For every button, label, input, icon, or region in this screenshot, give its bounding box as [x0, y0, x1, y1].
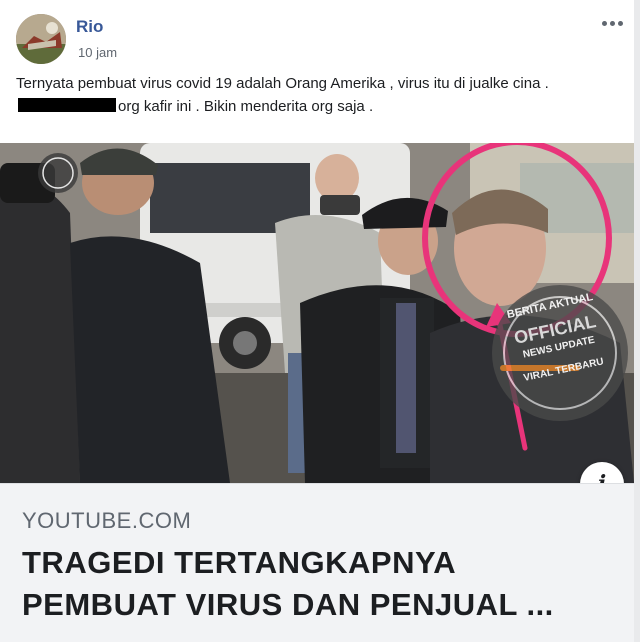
post-timestamp[interactable]: 10 jam — [78, 45, 117, 60]
link-domain: YOUTUBE.COM — [22, 508, 192, 533]
video-thumbnail[interactable]: BERITA AKTUAL OFFICIAL NEWS UPDATE VIRAL… — [0, 143, 634, 483]
avatar[interactable] — [16, 14, 66, 64]
post-text-part1: Ternyata pembuat virus covid 19 adalah O… — [16, 75, 549, 92]
post-text-part2: org kafir ini . Bikin menderita org saja… — [118, 98, 374, 115]
link-preview[interactable]: YOUTUBE.COM TRAGEDI TERTANGKAPNYA PEMBUA… — [0, 483, 634, 642]
dot — [617, 20, 623, 26]
scrollbar[interactable] — [634, 0, 640, 642]
link-headline-line1: TRAGEDI TERTANGKAPNYA — [22, 545, 457, 580]
avatar-image — [16, 14, 66, 64]
facebook-post: Rio 10 jam Ternyata pembuat virus covid … — [0, 0, 640, 642]
dot — [601, 20, 607, 26]
dot — [609, 20, 615, 26]
redaction-bar — [18, 98, 116, 112]
more-horizontal-icon[interactable] — [600, 14, 624, 32]
author-name[interactable]: Rio — [76, 17, 103, 37]
link-headline: TRAGEDI TERTANGKAPNYA PEMBUAT VIRUS DAN … — [22, 542, 622, 626]
post-body-text: Ternyata pembuat virus covid 19 adalah O… — [16, 72, 626, 118]
link-headline-line2: PEMBUAT VIRUS DAN PENJUAL ... — [22, 587, 554, 622]
